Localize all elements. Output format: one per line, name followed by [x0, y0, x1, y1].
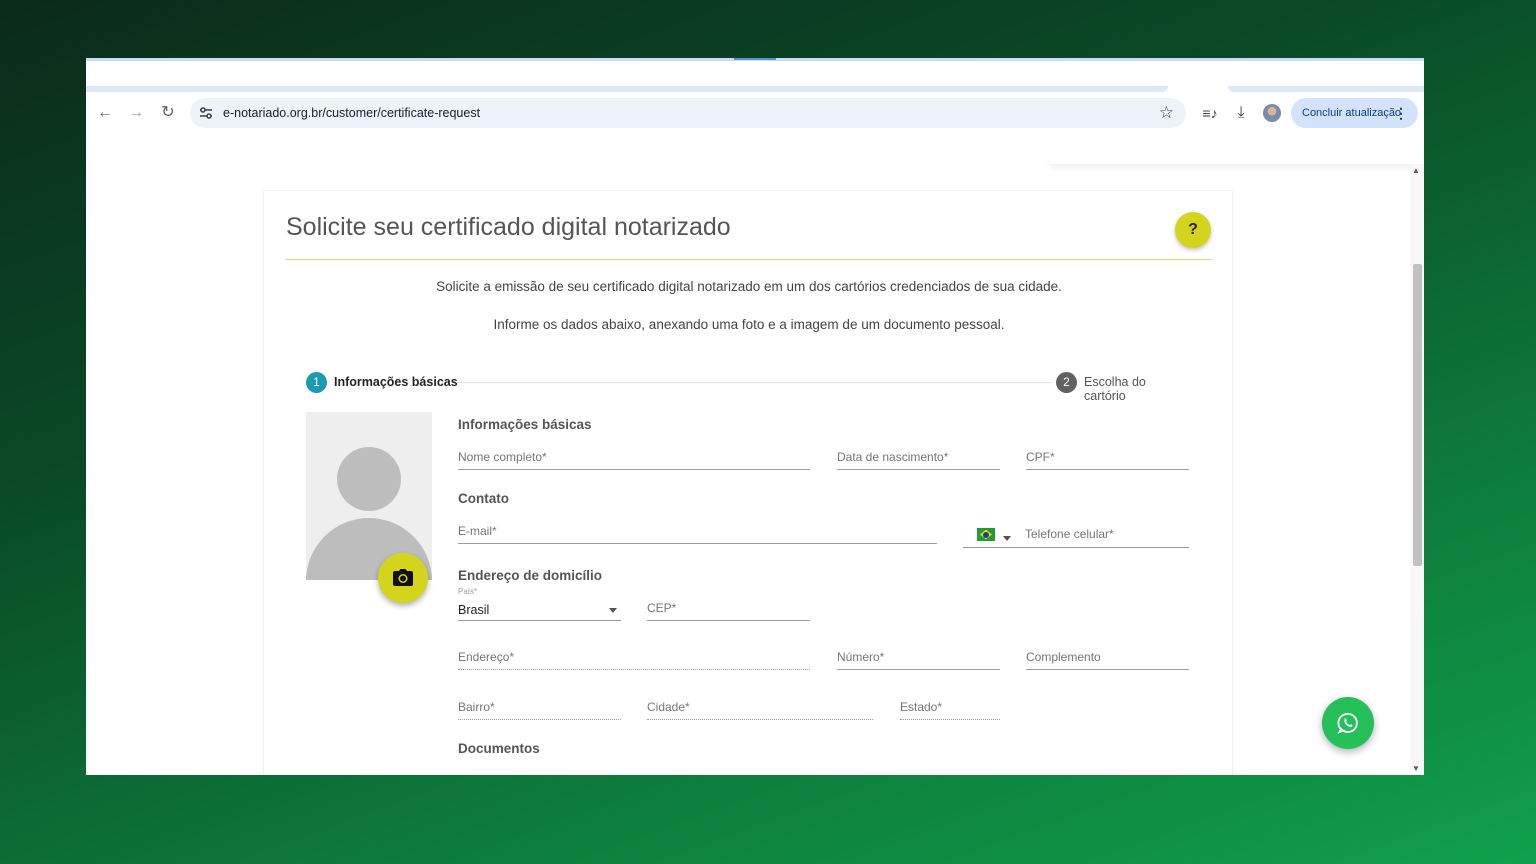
- cep-field[interactable]: CEP*: [647, 595, 810, 621]
- browser-window: ← → ↻ e-notariado.org.br/customer/certif…: [86, 58, 1424, 775]
- step-2-number[interactable]: 2: [1056, 372, 1077, 393]
- profile-avatar[interactable]: [1263, 104, 1281, 122]
- whatsapp-icon: [1337, 713, 1358, 734]
- number-field[interactable]: Número*: [837, 644, 1000, 670]
- address-field[interactable]: Endereço*: [458, 644, 810, 670]
- active-tab-indicator: [734, 58, 776, 60]
- camera-icon: [393, 569, 413, 586]
- arrow-right-icon: →: [128, 104, 144, 121]
- country-select[interactable]: País* Brasil: [458, 587, 621, 621]
- back-button[interactable]: ←: [94, 102, 116, 124]
- district-placeholder: Bairro*: [458, 700, 495, 714]
- step-1-label[interactable]: Informações básicas: [334, 375, 458, 389]
- step-1-number[interactable]: 1: [306, 372, 327, 393]
- chevron-down-icon: [609, 608, 617, 613]
- reload-button[interactable]: ↻: [157, 102, 179, 124]
- vertical-scrollbar[interactable]: ▲ ▼: [1410, 164, 1424, 775]
- email-field[interactable]: E-mail*: [458, 518, 937, 544]
- upload-photo-button[interactable]: [378, 553, 428, 603]
- site-settings-icon[interactable]: [198, 105, 214, 121]
- update-button-label: Concluir atualização: [1302, 107, 1402, 119]
- birth-date-field[interactable]: Data de nascimento*: [837, 444, 1000, 470]
- birth-date-placeholder: Data de nascimento*: [837, 450, 949, 464]
- bookmark-star-icon[interactable]: ☆: [1159, 103, 1174, 123]
- country-value: Brasil: [458, 603, 490, 617]
- browser-toolbar: ← → ↻ e-notariado.org.br/customer/certif…: [86, 92, 1424, 134]
- intro-text-1: Solicite a emissão de seu certificado di…: [436, 279, 1062, 294]
- country-label: País*: [458, 587, 478, 596]
- avatar-head-silhouette: [337, 447, 401, 511]
- reload-icon: ↻: [161, 104, 175, 121]
- full-name-placeholder: Nome completo*: [458, 450, 547, 464]
- city-field[interactable]: Cidade*: [647, 694, 873, 720]
- number-placeholder: Número*: [837, 650, 885, 664]
- state-placeholder: Estado*: [900, 700, 943, 714]
- section-documents: Documentos: [458, 741, 540, 756]
- forward-button[interactable]: →: [125, 102, 147, 124]
- address-bar[interactable]: e-notariado.org.br/customer/certificate-…: [190, 98, 1186, 128]
- district-field[interactable]: Bairro*: [458, 694, 621, 720]
- complement-placeholder: Complemento: [1026, 650, 1101, 664]
- section-address: Endereço de domicílio: [458, 568, 603, 583]
- address-placeholder: Endereço*: [458, 650, 515, 664]
- cpf-field[interactable]: CPF*: [1026, 444, 1189, 470]
- section-contact: Contato: [458, 491, 509, 506]
- city-placeholder: Cidade*: [647, 700, 690, 714]
- cep-placeholder: CEP*: [647, 601, 677, 615]
- scroll-down-arrow-icon[interactable]: ▼: [1412, 764, 1420, 773]
- country-code-caret-icon[interactable]: [1003, 536, 1011, 541]
- scroll-up-arrow-icon[interactable]: ▲: [1412, 166, 1420, 175]
- arrow-left-icon: ←: [97, 104, 113, 121]
- download-icon[interactable]: ⤓: [1231, 103, 1251, 123]
- url-text[interactable]: e-notariado.org.br/customer/certificate-…: [223, 106, 480, 120]
- email-placeholder: E-mail*: [458, 524, 497, 538]
- full-name-field[interactable]: Nome completo*: [458, 444, 810, 470]
- stepper: 1 Informações básicas 2 Escolha do cartó…: [306, 372, 1190, 403]
- complement-field[interactable]: Complemento: [1026, 644, 1189, 670]
- request-form-card: Solicite seu certificado digital notariz…: [263, 190, 1233, 775]
- tab-strip: [86, 58, 1424, 92]
- whatsapp-button[interactable]: [1322, 697, 1374, 749]
- section-basic-info: Informações básicas: [458, 417, 592, 432]
- step-2-label[interactable]: Escolha do cartório: [1084, 375, 1190, 403]
- more-menu-icon[interactable]: ⋮: [1394, 98, 1408, 128]
- intro-text-2: Informe os dados abaixo, anexando uma fo…: [493, 317, 1005, 332]
- phone-field[interactable]: Telefone celular*: [963, 522, 1189, 548]
- page-title: Solicite seu certificado digital notariz…: [286, 213, 731, 241]
- step-connector: [456, 382, 1052, 383]
- scrollbar-thumb[interactable]: [1413, 264, 1422, 566]
- state-field[interactable]: Estado*: [900, 694, 1000, 720]
- cpf-placeholder: CPF*: [1026, 450, 1055, 464]
- help-button[interactable]: ?: [1175, 212, 1211, 248]
- title-divider: [286, 259, 1211, 260]
- toolbar-shadow: [1050, 154, 1424, 164]
- brazil-flag-icon[interactable]: [977, 528, 995, 541]
- update-button[interactable]: Concluir atualização ⋮: [1291, 98, 1418, 128]
- phone-placeholder: Telefone celular*: [1025, 527, 1114, 541]
- page-viewport: Solicite seu certificado digital notariz…: [86, 134, 1424, 775]
- media-control-icon[interactable]: ≡♪: [1200, 103, 1220, 123]
